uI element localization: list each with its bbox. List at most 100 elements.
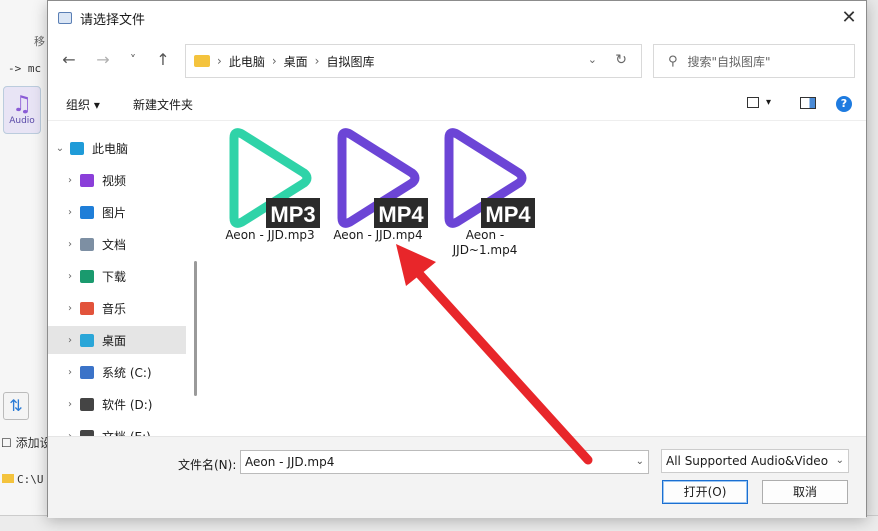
sidebar-item[interactable]: › 桌面	[48, 326, 186, 354]
folder-icon	[2, 474, 14, 483]
search-input[interactable]: ⚲ 搜索"自拟图库"	[653, 44, 855, 78]
navigation-pane-scrollbar[interactable]	[194, 261, 197, 396]
file-item[interactable]: MP4 Aeon - JJD.mp4	[326, 128, 430, 243]
chevron-right-icon: ›	[217, 54, 222, 68]
chevron-right-icon[interactable]: ›	[60, 335, 80, 346]
media-play-icon: MP4	[444, 128, 535, 228]
document-icon	[80, 237, 94, 251]
sidebar-item-label: 桌面	[102, 333, 127, 348]
filename-value: Aeon - JJD.mp4	[245, 455, 335, 469]
up-arrow-icon[interactable]: ↑	[152, 49, 174, 71]
dialog-app-icon	[58, 12, 72, 24]
view-mode-icon[interactable]	[747, 97, 759, 108]
preview-pane-icon[interactable]	[800, 97, 816, 109]
sidebar-item-label: 图片	[102, 205, 127, 220]
file-item[interactable]: MP4 Aeon - JJD~1.mp4	[433, 128, 537, 258]
file-open-dialog: 请选择文件 ✕ ← → ˅ ↑ › 此电脑 › 桌面 › 自拟图库 ⌄ ↻ ⚲ …	[47, 0, 867, 518]
sidebar-item[interactable]: › 音乐	[48, 294, 186, 322]
dialog-footer: 文件名(N): Aeon - JJD.mp4 ⌄ All Supported A…	[48, 436, 866, 518]
background-audio-button[interactable]: ♫ Audio	[3, 86, 41, 134]
open-button[interactable]: 打开(O)	[662, 480, 748, 504]
chevron-right-icon[interactable]: ›	[60, 239, 80, 250]
breadcrumb-desktop[interactable]: 桌面	[284, 53, 308, 70]
search-placeholder: 搜索"自拟图库"	[687, 54, 771, 69]
close-icon[interactable]: ✕	[836, 5, 862, 31]
sidebar-item-label: 软件 (D:)	[102, 397, 153, 412]
chevron-down-icon[interactable]: ⌄	[835, 450, 844, 472]
sidebar-item-label: 系统 (C:)	[102, 365, 152, 380]
sidebar-item[interactable]: › 系统 (C:)	[48, 358, 186, 386]
background-add-checkbox[interactable]: ☐ 添加设	[1, 434, 52, 451]
view-dropdown-chevron-icon[interactable]: ▾	[766, 97, 771, 108]
chevron-right-icon[interactable]: ›	[60, 175, 80, 186]
chevron-down-icon[interactable]: ⌄	[636, 451, 644, 473]
command-bar: 组织 ▾ 新建文件夹 ▾ ?	[48, 87, 866, 121]
sidebar-item[interactable]: › 软件 (D:)	[48, 390, 186, 418]
cancel-button[interactable]: 取消	[762, 480, 848, 504]
navigation-pane: ⌄ 此电脑 › 视频 › 图片 › 文档 › 下载 › 音乐 › 桌面 › 系统 (C:) › 软件 (D:) ›文…	[48, 124, 200, 436]
filetype-value: All Supported Audio&Video	[666, 454, 829, 468]
media-play-icon: MP3	[229, 128, 320, 228]
file-badge-text: MP3	[270, 202, 315, 227]
background-path: C:\U	[2, 473, 44, 486]
folder-icon	[194, 55, 210, 67]
sidebar-item-label: 文档	[102, 237, 127, 252]
background-audio-label: Audio	[9, 116, 35, 126]
chevron-right-icon: ›	[271, 54, 277, 68]
drive-icon	[80, 397, 94, 411]
address-bar[interactable]: › 此电脑 › 桌面 › 自拟图库 ⌄ ↻	[185, 44, 642, 78]
media-play-icon: MP4	[337, 128, 428, 228]
refresh-icon[interactable]: ↻	[615, 52, 627, 68]
music-note-icon: ♫	[12, 92, 32, 117]
sidebar-item[interactable]: ⌄ 此电脑	[48, 134, 186, 162]
chevron-right-icon[interactable]: ›	[60, 303, 80, 314]
sidebar-item[interactable]: ›文档 (E:)	[48, 422, 186, 436]
chevron-right-icon[interactable]: ›	[60, 367, 80, 378]
sidebar-item-label: 文档 (E:)	[102, 428, 151, 437]
chevron-down-icon[interactable]: ⌄	[50, 143, 70, 154]
sidebar-item-label: 下载	[102, 269, 127, 284]
dialog-titlebar: 请选择文件 ✕	[48, 1, 866, 35]
music-icon	[80, 301, 94, 315]
sidebar-item[interactable]: › 视频	[48, 166, 186, 194]
new-folder-button[interactable]: 新建文件夹	[133, 96, 193, 113]
video-icon	[80, 173, 94, 187]
chevron-down-icon[interactable]: ⌄	[588, 53, 597, 66]
back-arrow-icon[interactable]: ←	[58, 49, 80, 71]
file-badge-text: MP4	[485, 202, 531, 227]
chevron-right-icon[interactable]: ›	[60, 207, 80, 218]
drive-icon	[80, 365, 94, 379]
background-path-text: C:\U	[17, 473, 44, 486]
download-icon	[80, 269, 94, 283]
sidebar-item-label: 音乐	[102, 301, 127, 316]
background-move-text: 移	[34, 35, 45, 48]
navigation-bar: ← → ˅ ↑ › 此电脑 › 桌面 › 自拟图库 ⌄ ↻ ⚲ 搜索"自拟图库"	[48, 41, 866, 81]
filename-input[interactable]: Aeon - JJD.mp4 ⌄	[240, 450, 649, 474]
sidebar-item[interactable]: › 图片	[48, 198, 186, 226]
background-arrow-text: -> mc	[8, 62, 42, 75]
file-name: Aeon - JJD.mp4	[333, 228, 423, 242]
file-badge-text: MP4	[378, 202, 424, 227]
sidebar-item[interactable]: › 文档	[48, 230, 186, 258]
dialog-title: 请选择文件	[80, 12, 146, 28]
organize-button[interactable]: 组织 ▾	[66, 96, 100, 113]
file-list: MP3 Aeon - JJD.mp3 MP4 Aeon - JJD.mp4 MP4 Aeo…	[206, 124, 866, 436]
filetype-select[interactable]: All Supported Audio&Video ⌄	[661, 449, 849, 473]
sidebar-item[interactable]: › 下载	[48, 262, 186, 290]
desktop-icon	[80, 333, 94, 347]
background-sidebar	[0, 0, 48, 531]
forward-arrow-icon[interactable]: →	[92, 49, 114, 71]
background-swap-icon[interactable]: ⇅	[3, 392, 29, 420]
breadcrumb-folder[interactable]: 自拟图库	[326, 53, 374, 70]
sidebar-item-label: 此电脑	[92, 141, 129, 156]
sidebar-item-label: 视频	[102, 173, 127, 188]
file-item[interactable]: MP3 Aeon - JJD.mp3	[218, 128, 322, 243]
image-icon	[80, 205, 94, 219]
file-name: Aeon - JJD.mp3	[225, 228, 315, 242]
breadcrumb-this-pc[interactable]: 此电脑	[229, 53, 265, 70]
chevron-right-icon: ›	[314, 54, 320, 68]
help-icon[interactable]: ?	[836, 96, 852, 112]
chevron-right-icon[interactable]: ›	[60, 271, 80, 282]
recent-locations-chevron-icon[interactable]: ˅	[122, 49, 144, 71]
chevron-right-icon[interactable]: ›	[60, 399, 80, 410]
